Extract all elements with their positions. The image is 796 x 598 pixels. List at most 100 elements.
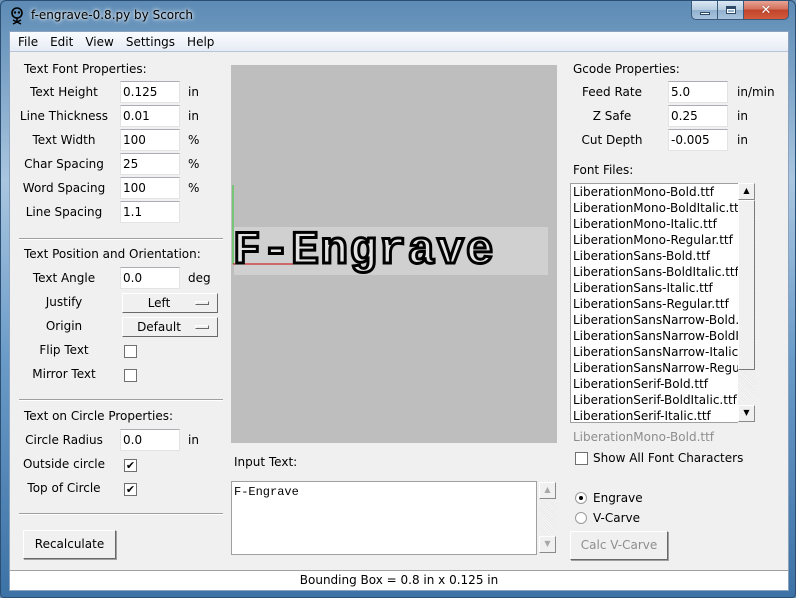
char-spacing-label: Char Spacing [24, 157, 104, 171]
scroll-thumb[interactable] [738, 200, 755, 370]
text-angle-input[interactable] [120, 267, 180, 289]
text-height-label: Text Height [30, 85, 98, 99]
mirror-text-checkbox[interactable] [124, 369, 137, 382]
selected-font-label: LiberationMono-Bold.ttf [573, 430, 715, 444]
mirror-text-label: Mirror Text [32, 367, 96, 381]
word-spacing-unit: % [188, 181, 200, 195]
font-files-label: Font Files: [573, 163, 634, 177]
vcarve-label: V-Carve [593, 511, 640, 525]
app-skull-icon [11, 7, 23, 25]
circle-radius-unit: in [188, 433, 199, 447]
font-file-item[interactable]: LiberationSansNarrow-BoldItalic.ttf [571, 328, 753, 344]
gcode-header: Gcode Properties: [573, 62, 680, 76]
font-file-item[interactable]: LiberationSerif-BoldItalic.ttf [571, 392, 753, 408]
top-of-circle-checkbox[interactable]: ✔ [124, 483, 137, 496]
font-file-item[interactable]: LiberationMono-Bold.ttf [571, 184, 753, 200]
char-spacing-input[interactable] [120, 153, 180, 175]
outside-circle-label: Outside circle [22, 457, 106, 471]
text-width-input[interactable] [120, 129, 180, 151]
engrave-label: Engrave [593, 491, 643, 505]
dropdown-indicator-icon [195, 301, 209, 305]
line-thickness-label: Line Thickness [19, 109, 109, 123]
close-button[interactable]: ✕ [744, 1, 789, 20]
word-spacing-label: Word Spacing [22, 181, 106, 195]
window-title: f-engrave-0.8.py by Scorch [31, 8, 193, 22]
font-file-item[interactable]: LiberationSans-Regular.ttf [571, 296, 753, 312]
title-bar[interactable]: f-engrave-0.8.py by Scorch ✕ [1, 1, 795, 31]
app-window: f-engrave-0.8.py by Scorch ✕ File Edit V… [0, 0, 796, 598]
font-file-item[interactable]: LiberationSans-Italic.ttf [571, 280, 753, 296]
font-file-item[interactable]: LiberationMono-Italic.ttf [571, 216, 753, 232]
origin-label: Origin [45, 319, 83, 333]
minimize-button[interactable] [691, 1, 718, 20]
cut-depth-label: Cut Depth [581, 133, 643, 147]
justify-label: Justify [45, 295, 83, 309]
circle-header: Text on Circle Properties: [24, 409, 174, 423]
text-position-header: Text Position and Orientation: [24, 247, 201, 261]
separator [19, 513, 223, 515]
menu-file[interactable]: File [12, 32, 44, 52]
font-file-item[interactable]: LiberationSansNarrow-Italic.ttf [571, 344, 753, 360]
engraved-text-preview: F-Engrave [233, 225, 495, 277]
status-bar: Bounding Box = 0.8 in x 0.125 in [10, 570, 788, 590]
font-file-item[interactable]: LiberationMono-BoldItalic.ttf [571, 200, 753, 216]
font-file-item[interactable]: LiberationSansNarrow-Regular.ttf [571, 360, 753, 376]
justify-dropdown[interactable]: Left [122, 293, 218, 313]
show-all-chars-checkbox[interactable] [575, 452, 588, 465]
circle-radius-input[interactable] [120, 429, 180, 451]
vcarve-radio[interactable] [575, 512, 587, 524]
cut-depth-input[interactable] [668, 129, 728, 151]
maximize-button[interactable] [718, 1, 744, 20]
z-safe-input[interactable] [668, 105, 728, 127]
origin-dropdown[interactable]: Default [122, 317, 218, 337]
separator [19, 399, 223, 401]
dropdown-indicator-icon [195, 325, 209, 329]
scroll-up-button[interactable]: ▲ [539, 482, 556, 499]
preview-drawing: F-Engrave [232, 185, 548, 279]
recalculate-button[interactable]: Recalculate [23, 530, 116, 559]
top-of-circle-label: Top of Circle [27, 481, 101, 495]
font-file-item[interactable]: LiberationSerif-Italic.ttf [571, 408, 753, 422]
text-angle-label: Text Angle [32, 271, 96, 285]
text-height-input[interactable] [120, 81, 180, 103]
scroll-down-button[interactable]: ▼ [738, 405, 755, 422]
font-file-item[interactable]: LiberationSerif-Bold.ttf [571, 376, 753, 392]
input-text-area[interactable]: F-Engrave [231, 481, 537, 555]
line-spacing-input[interactable] [120, 201, 180, 223]
font-file-item[interactable]: LiberationSansNarrow-Bold.ttf [571, 312, 753, 328]
z-safe-unit: in [737, 109, 748, 123]
text-width-unit: % [188, 133, 200, 147]
text-font-header: Text Font Properties: [24, 62, 147, 76]
font-file-item[interactable]: LiberationSans-Bold.ttf [571, 248, 753, 264]
font-files-list[interactable]: LiberationMono-Bold.ttf LiberationMono-B… [570, 183, 754, 423]
close-icon: ✕ [760, 2, 772, 18]
menu-settings[interactable]: Settings [120, 32, 181, 52]
input-text-scrollbar[interactable]: ▲ ▼ [538, 481, 557, 555]
line-spacing-label: Line Spacing [25, 205, 103, 219]
outside-circle-checkbox[interactable]: ✔ [124, 459, 137, 472]
line-thickness-input[interactable] [120, 105, 180, 127]
menu-help[interactable]: Help [181, 32, 220, 52]
scroll-down-button[interactable]: ▼ [539, 536, 556, 553]
menu-edit[interactable]: Edit [44, 32, 79, 52]
word-spacing-input[interactable] [120, 177, 180, 199]
engrave-radio[interactable] [575, 492, 587, 504]
font-list-scrollbar[interactable]: ▲ ▼ [738, 183, 756, 423]
flip-text-label: Flip Text [39, 343, 89, 357]
menu-view[interactable]: View [79, 32, 119, 52]
separator [19, 238, 223, 240]
circle-radius-label: Circle Radius [25, 433, 103, 447]
font-file-item[interactable]: LiberationMono-Regular.ttf [571, 232, 753, 248]
line-thickness-unit: in [188, 109, 199, 123]
flip-text-checkbox[interactable] [124, 345, 137, 358]
font-file-item[interactable]: LiberationSans-BoldItalic.ttf [571, 264, 753, 280]
feed-rate-label: Feed Rate [582, 85, 642, 99]
preview-canvas[interactable]: F-Engrave [231, 65, 557, 443]
feed-rate-input[interactable] [668, 81, 728, 103]
z-safe-label: Z Safe [592, 109, 632, 123]
scroll-up-button[interactable]: ▲ [738, 183, 755, 200]
maximize-icon [725, 6, 736, 14]
calc-vcarve-button[interactable]: Calc V-Carve [570, 531, 668, 560]
client-area: File Edit View Settings Help Text Font P… [9, 31, 789, 591]
minimize-icon [699, 11, 710, 15]
